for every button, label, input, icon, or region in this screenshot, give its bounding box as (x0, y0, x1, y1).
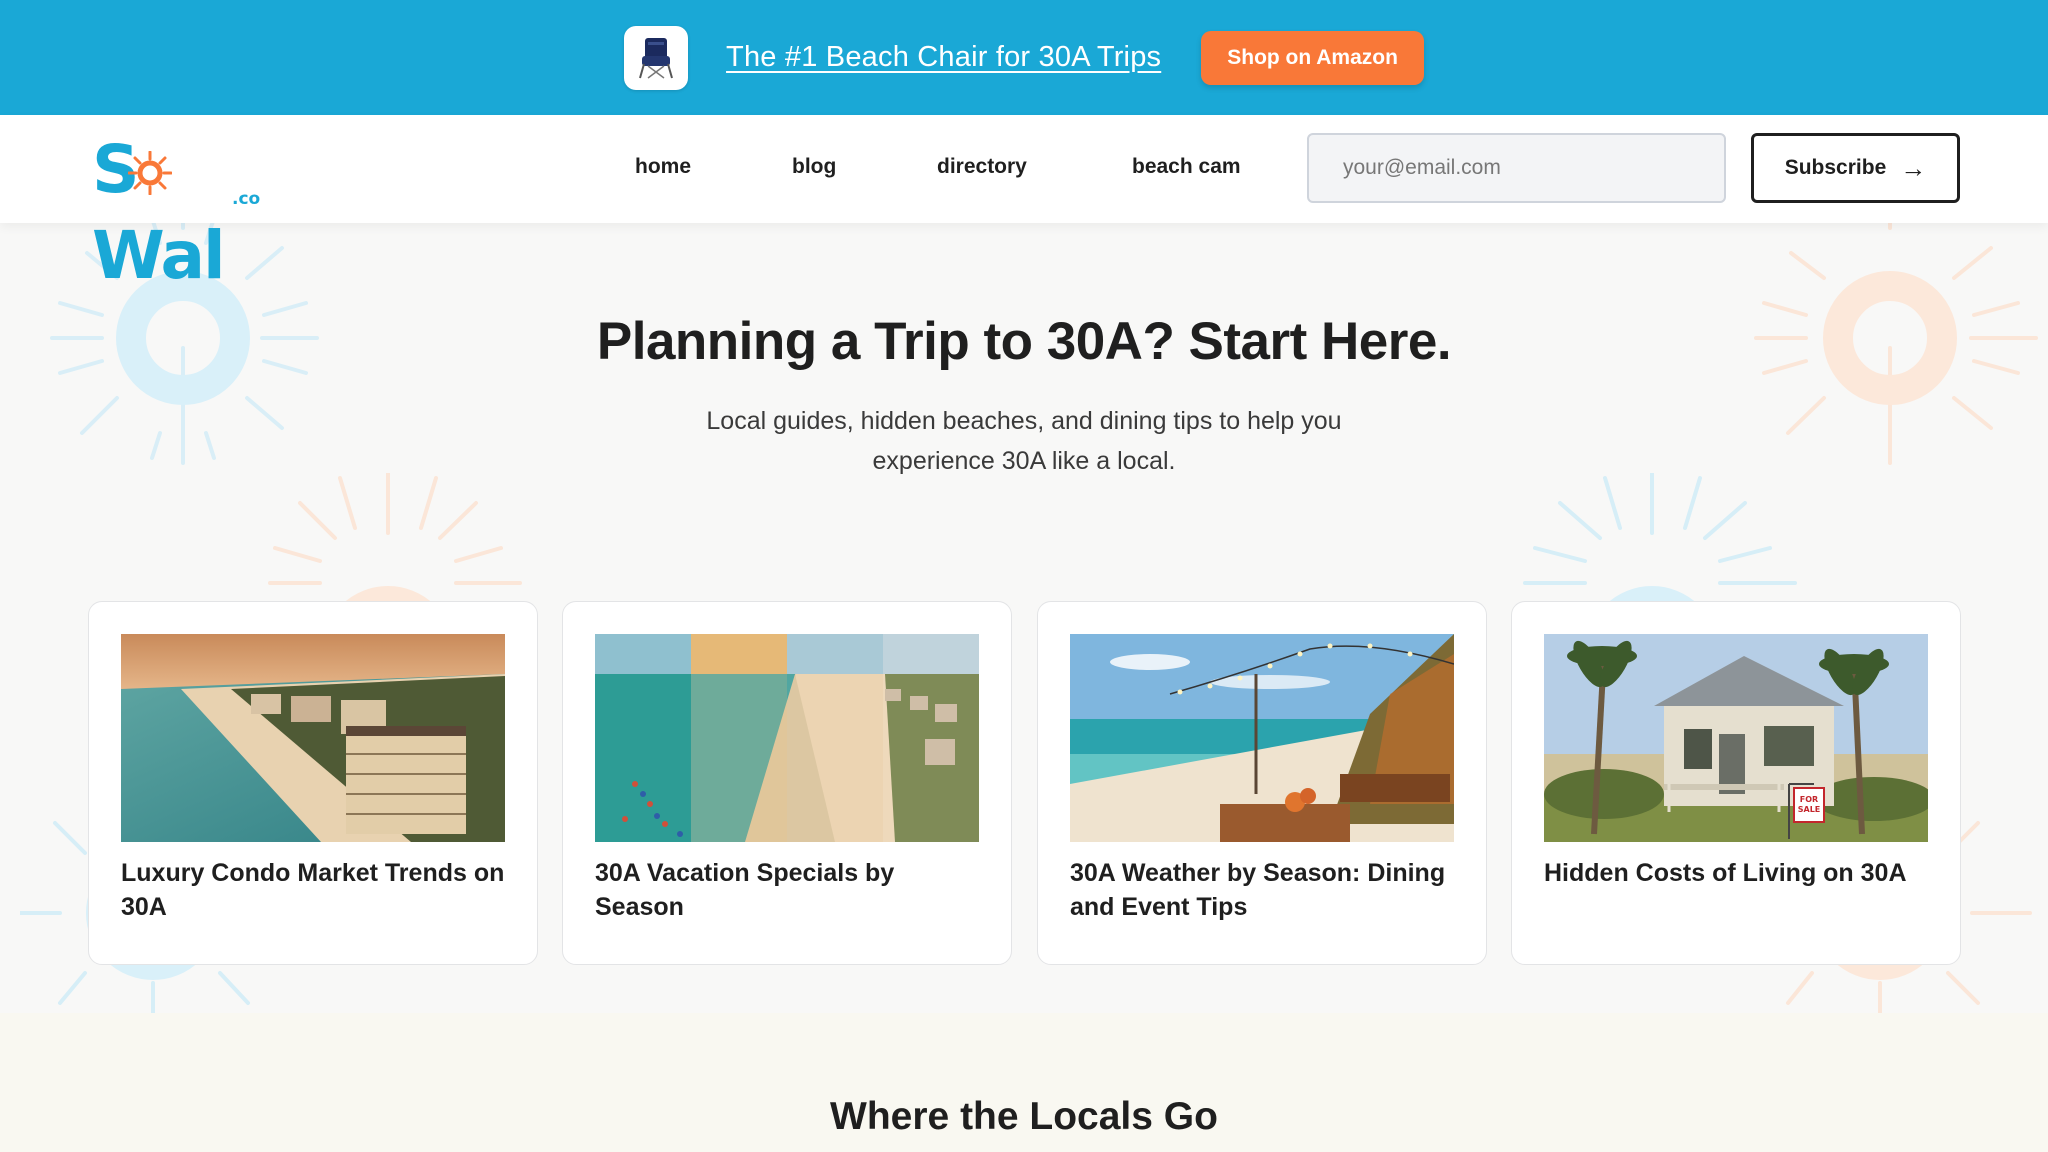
card-title[interactable]: 30A Vacation Specials by Season (595, 856, 985, 924)
sun-logo-icon (128, 151, 172, 195)
card-title[interactable]: 30A Weather by Season: Dining and Event … (1070, 856, 1460, 924)
article-card[interactable]: FOR SALE Hidden Costs of Living on 30A (1511, 601, 1961, 965)
email-field-wrapper (1307, 133, 1726, 203)
arrow-right-icon: → (1900, 152, 1927, 183)
nav-blog[interactable]: blog (792, 155, 836, 179)
svg-text:SALE: SALE (1798, 805, 1821, 814)
article-card[interactable]: 30A Vacation Specials by Season (562, 601, 1012, 965)
card-title[interactable]: Luxury Condo Market Trends on 30A (121, 856, 511, 924)
locals-section: Where the Locals Go (0, 1013, 2048, 1152)
hero-section: Planning a Trip to 30A? Start Here. Loca… (0, 223, 2048, 1013)
shop-on-amazon-button[interactable]: Shop on Amazon (1201, 30, 1424, 85)
nav-directory[interactable]: directory (937, 155, 1027, 179)
card-title[interactable]: Hidden Costs of Living on 30A (1544, 856, 1934, 890)
for-sale-sign: FOR (1800, 795, 1818, 804)
card-image-seasons[interactable] (595, 634, 979, 842)
hero-title: Planning a Trip to 30A? Start Here. (596, 312, 1452, 371)
locals-title: Where the Locals Go (830, 1095, 1218, 1138)
logo-wordmark: SWal (92, 131, 226, 294)
card-image-dining[interactable] (1070, 634, 1454, 842)
article-card[interactable]: Luxury Condo Market Trends on 30A (88, 601, 538, 965)
subscribe-label: Subscribe (1784, 156, 1887, 179)
article-card[interactable]: 30A Weather by Season: Dining and Event … (1037, 601, 1487, 965)
site-header: SWal .co home blog directory beach cam S… (0, 115, 2048, 294)
promo-banner: The #1 Beach Chair for 30A Trips Shop on… (0, 0, 2048, 115)
beach-chair-icon[interactable] (624, 25, 689, 90)
nav-home[interactable]: home (635, 155, 691, 179)
card-image-condos[interactable] (121, 634, 505, 842)
email-input[interactable] (1309, 135, 1724, 201)
logo-suffix: .co (232, 189, 261, 209)
promo-link[interactable]: The #1 Beach Chair for 30A Trips (726, 41, 1161, 74)
nav-beach-cam[interactable]: beach cam (1132, 155, 1241, 179)
hero-subtitle: Local guides, hidden beaches, and dining… (706, 407, 1342, 475)
subscribe-button[interactable]: Subscribe → (1751, 133, 1960, 203)
site-logo[interactable]: SWal .co (92, 127, 272, 294)
card-image-cottage[interactable]: FOR SALE (1544, 634, 1928, 842)
